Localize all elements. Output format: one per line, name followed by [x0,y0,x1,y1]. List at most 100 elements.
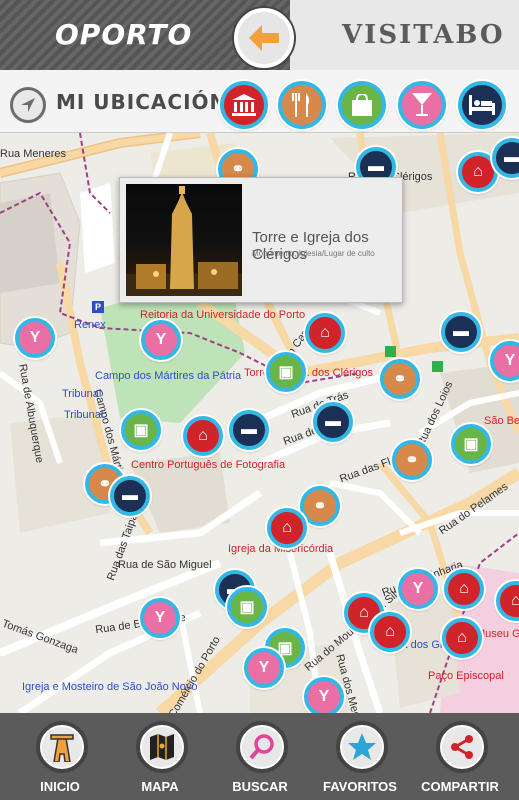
nav-label: COMPARTIR [421,779,499,794]
filter-monuments-button[interactable] [220,81,268,129]
nav-favoritos[interactable]: FAVORITOS [310,713,410,800]
map-pin-monument[interactable]: ⌂ [442,618,482,658]
fork-knife-icon: ⚭ [231,161,245,178]
pharmacy-icon [432,361,443,372]
cocktail-icon: Y [154,609,166,626]
cocktail-icon: Y [258,659,270,676]
shopping-bag-icon: ▣ [239,599,255,616]
map-pin-hotel[interactable]: ▬ [229,410,269,450]
app-header: OPORTO VISITABO [0,0,519,70]
cocktail-icon [412,93,432,116]
bottom-navigation: INICIO MAPA BUSCAR FAVORITOS COMPARTIR [0,713,519,800]
map-pin-nightlife[interactable]: Y [244,648,284,688]
buscar-button[interactable] [236,721,288,773]
map-pin-restaurant[interactable]: ⚭ [392,440,432,480]
nav-compartir[interactable]: COMPARTIR [410,713,510,800]
filter-shopping-button[interactable] [338,81,386,129]
map-pin-monument[interactable]: ⌂ [444,569,484,609]
shopping-bag-icon: ▣ [463,436,479,453]
map-pin-hotel[interactable]: ▬ [110,476,150,516]
my-location-label[interactable]: MI UBICACIÓN [56,90,227,114]
nav-label: MAPA [141,779,179,794]
map-pin-restaurant[interactable]: ⚭ [380,359,420,399]
cocktail-icon: Y [155,331,167,348]
fork-knife-icon [292,93,310,117]
poi-label: Renex [74,319,106,331]
map-pin-nightlife[interactable]: Y [140,598,180,638]
map-pin-monument[interactable]: ⌂ [267,508,307,548]
museum-icon: ⌂ [511,592,519,609]
poi-label: Reitoria da Universidade do Porto [140,309,306,321]
map-pin-monument[interactable]: ⌂ [183,416,223,456]
map-pin-shopping[interactable]: ▣ [451,424,491,464]
nav-buscar[interactable]: BUSCAR [210,713,310,800]
poi-thumbnail [126,184,242,296]
bed-icon: ▬ [453,323,469,340]
parking-icon: P [92,301,104,313]
museum-icon: ⌂ [282,519,292,536]
poi-info-popup[interactable]: Torre e Igreja dos Clérigos Monumento, I… [119,177,403,303]
museum-icon: ⌂ [385,623,395,640]
map-pin-shopping[interactable]: ▣ [266,352,306,392]
fork-knife-icon: ⚭ [393,371,407,388]
shopping-bag-icon: ▣ [278,364,294,381]
compartir-button[interactable] [436,721,488,773]
map-pin-shopping[interactable]: ▣ [227,587,267,627]
fork-knife-icon: ⚭ [313,498,327,515]
pharmacy-icon [385,346,396,357]
city-title: OPORTO [55,18,193,51]
museum-icon: ⌂ [457,629,467,646]
location-arrow-icon [21,98,35,112]
map-pin-restaurant[interactable]: ⚭ [300,486,340,526]
shopping-bag-icon [352,94,372,116]
share-icon [451,735,473,759]
nav-mapa[interactable]: MAPA [110,713,210,800]
poi-label: Paço Episcopal [428,670,504,682]
search-icon [249,734,274,760]
street-label: Rua Meneres [0,148,67,160]
poi-label: Centro Português de Fotografia [131,459,286,471]
filter-hotels-button[interactable] [458,81,506,129]
back-button[interactable] [234,8,294,68]
poi-subtitle: Monumento, Iglesia/Lugar de culto [252,249,375,258]
bed-icon [469,95,495,115]
nav-inicio[interactable]: INICIO [10,713,110,800]
map-pin-hotel[interactable]: ▬ [441,312,481,352]
favoritos-button[interactable] [336,721,388,773]
nav-label: BUSCAR [232,779,288,794]
poi-label: Torre e Igreja dos Clérigos [244,367,374,379]
map-pin-shopping[interactable]: ▣ [121,410,161,450]
map-pin-nightlife[interactable]: Y [304,677,344,713]
map-pin-nightlife[interactable]: Y [141,320,181,360]
poi-label: Museu Gu... [476,628,519,640]
mapa-button[interactable] [136,721,188,773]
map-pin-hotel[interactable]: ▬ [313,402,353,442]
map-pin-monument[interactable]: ⌂ [370,612,410,652]
home-icon [50,734,74,762]
poi-label: Tribunal [62,388,102,400]
museum-icon: ⌂ [198,427,208,444]
star-icon [348,733,376,760]
museum-icon [232,94,256,116]
poi-label: Igreja e Mosteiro de São João Novo [22,681,198,693]
bed-icon: ▬ [368,158,384,175]
museum-icon: ⌂ [320,324,330,341]
poi-label: Tribunal [64,409,104,421]
back-arrow-icon [249,25,279,51]
map-icon [150,734,174,760]
brand-logo: VISITABO [342,20,505,50]
map-pin-nightlife[interactable]: Y [15,318,55,358]
museum-icon: ⌂ [459,580,469,597]
museum-icon: ⌂ [359,604,369,621]
poi-label: São Bento [484,415,519,427]
map-pin-monument[interactable]: ⌂ [305,313,345,353]
map-pin-nightlife[interactable]: Y [398,569,438,609]
cocktail-icon: Y [504,352,516,369]
inicio-button[interactable] [36,721,88,773]
my-location-button[interactable] [10,87,46,123]
filter-restaurants-button[interactable] [278,81,326,129]
filter-nightlife-button[interactable] [398,81,446,129]
nav-label: INICIO [40,779,80,794]
bed-icon: ▬ [325,413,341,430]
cocktail-icon: Y [29,329,41,346]
